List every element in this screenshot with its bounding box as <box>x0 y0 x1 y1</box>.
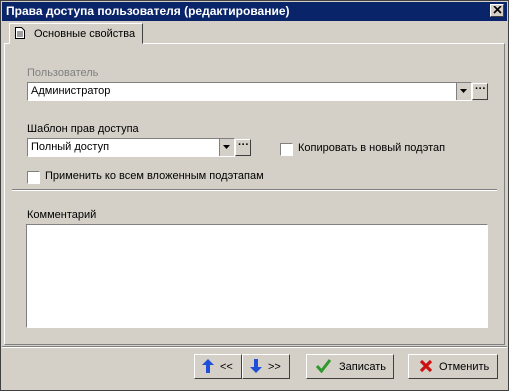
ellipsis-icon: ··· <box>475 83 486 95</box>
user-label: Пользователь <box>27 67 99 79</box>
close-icon <box>493 6 502 14</box>
copy-new-checkbox[interactable] <box>280 143 293 156</box>
user-browse-button[interactable]: ··· <box>472 83 488 100</box>
close-button[interactable] <box>490 4 504 17</box>
checkmark-icon <box>316 359 331 373</box>
title-bar: Права доступа пользователя (редактирован… <box>2 2 507 21</box>
cancel-button[interactable]: Отменить <box>408 354 498 379</box>
arrow-up-icon <box>202 359 214 373</box>
prev-button-label: << <box>220 361 233 373</box>
cancel-button-label: Отменить <box>439 361 490 373</box>
tab-main-properties[interactable]: Основные свойства <box>9 23 143 44</box>
comment-textarea[interactable] <box>26 224 488 328</box>
save-button[interactable]: Записать <box>306 354 394 379</box>
document-icon <box>15 27 25 39</box>
dialog-window: Права доступа пользователя (редактирован… <box>0 0 509 391</box>
arrow-down-icon <box>250 359 262 373</box>
copy-new-label[interactable]: Копировать в новый подэтап <box>298 142 445 154</box>
next-button-label: >> <box>268 361 281 373</box>
user-select-value: Администратор <box>31 85 111 97</box>
prev-button[interactable]: << <box>194 354 242 379</box>
user-select-dropdown-button[interactable] <box>456 83 471 100</box>
chevron-down-icon <box>223 145 230 149</box>
next-button[interactable]: >> <box>242 354 290 379</box>
save-button-label: Записать <box>339 361 387 373</box>
bottom-divider <box>2 346 507 348</box>
template-select[interactable]: Полный доступ <box>27 138 235 157</box>
comment-label: Комментарий <box>27 209 97 221</box>
apply-all-checkbox[interactable] <box>27 171 40 184</box>
template-select-value: Полный доступ <box>31 141 110 153</box>
window-title: Права доступа пользователя (редактирован… <box>6 4 290 18</box>
user-select[interactable]: Администратор <box>27 82 472 101</box>
cancel-x-icon <box>419 359 433 373</box>
divider <box>12 189 497 191</box>
chevron-down-icon <box>460 89 467 93</box>
tab-label: Основные свойства <box>34 28 136 40</box>
ellipsis-icon: ··· <box>238 139 249 151</box>
template-browse-button[interactable]: ··· <box>235 139 251 156</box>
apply-all-label[interactable]: Применить ко всем вложенным подэтапам <box>45 170 264 182</box>
template-label: Шаблон прав доступа <box>27 123 139 135</box>
template-select-dropdown-button[interactable] <box>219 139 234 156</box>
